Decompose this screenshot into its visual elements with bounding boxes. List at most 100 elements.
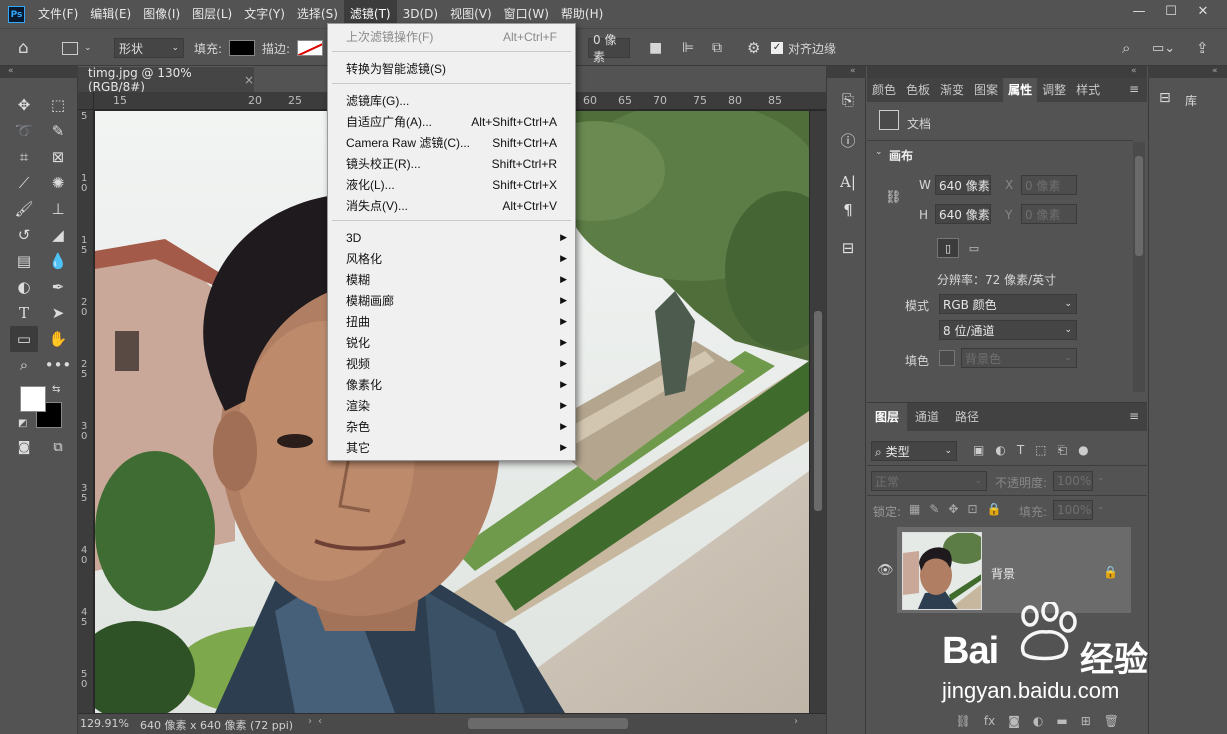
path-operations-icon[interactable]: ■ [649, 37, 662, 59]
lock-artboard-icon[interactable]: ⊡ [967, 502, 977, 516]
fill-swatch[interactable] [229, 37, 255, 59]
filter-menu-item[interactable]: 杂色 ▶ [328, 416, 575, 437]
shape-mode-select[interactable]: 形状 ⌄ [114, 37, 184, 59]
blend-mode-select[interactable]: 正常 ⌄ [871, 471, 987, 491]
more-tools-icon[interactable]: ••• [44, 352, 72, 378]
gradient-tool-icon[interactable]: ▤ [10, 248, 38, 274]
filter-menu-item[interactable]: 3D ▶ [328, 227, 575, 248]
filter-menu-item[interactable]: 液化(L)... Shift+Ctrl+X [328, 174, 575, 195]
swap-colors-icon[interactable]: ⇆ [52, 384, 60, 395]
x-field[interactable]: 0 像素 [1021, 175, 1077, 195]
marquee-tool-icon[interactable]: ⬚ [44, 92, 72, 118]
lock-transparency-icon[interactable]: ▦ [909, 502, 920, 516]
workspace-icon[interactable]: ▭⌄ [1152, 37, 1175, 59]
zoom-level[interactable]: 129.91% [80, 717, 129, 730]
layers-panel-menu-icon[interactable]: ≡ [1129, 409, 1139, 423]
move-tool-icon[interactable]: ✥ [10, 92, 38, 118]
tab-6[interactable]: 样式 [1071, 78, 1105, 102]
horizontal-scroll-thumb[interactable] [468, 718, 628, 729]
screen-mode-icon[interactable]: ⧉ [44, 434, 72, 460]
scroll-right-icon[interactable]: › [794, 716, 798, 727]
hand-tool-icon[interactable]: ✋ [44, 326, 72, 352]
status-menu-chevron-icon[interactable]: › [308, 716, 312, 727]
paragraph-panel-icon[interactable]: ¶ [835, 198, 861, 222]
home-icon[interactable]: ⌂ [18, 37, 29, 59]
layer-lock-icon[interactable]: 🔒 [1103, 565, 1118, 579]
close-tab-icon[interactable]: × [244, 73, 254, 87]
layer-style-fx-icon[interactable]: fx [984, 714, 995, 728]
type-layer-filter-icon[interactable]: T [1017, 443, 1024, 458]
tool-presets-panel-icon[interactable]: ⊟ [835, 236, 861, 260]
tab-2[interactable]: 渐变 [935, 78, 969, 102]
filter-menu-item[interactable]: Camera Raw 滤镜(C)... Shift+Ctrl+A [328, 132, 575, 153]
properties-scrollbar[interactable] [1133, 142, 1145, 392]
filter-menu-item[interactable]: 转换为智能滤镜(S) [328, 58, 575, 79]
filter-menu-item[interactable]: 消失点(V)... Alt+Ctrl+V [328, 195, 575, 216]
default-colors-icon[interactable]: ◩ [18, 418, 27, 429]
tab-0[interactable]: 图层 [867, 403, 908, 431]
stroke-width-field[interactable]: 0 像素 [588, 33, 630, 64]
tools-collapse-strip[interactable]: « [0, 66, 78, 78]
tab-1[interactable]: 通道 [907, 403, 947, 431]
clone-stamp-tool-icon[interactable]: ⊥ [44, 196, 72, 222]
zoom-tool-icon[interactable]: ⌕ [10, 352, 38, 378]
frame-tool-icon[interactable]: ⊠ [44, 144, 72, 170]
portrait-orientation-icon[interactable]: ▯ [937, 238, 959, 258]
filter-menu-item[interactable]: 像素化 ▶ [328, 374, 575, 395]
eraser-tool-icon[interactable]: ◢ [44, 222, 72, 248]
character-panel-icon[interactable]: A| [835, 170, 861, 194]
tab-4[interactable]: 属性 [1003, 78, 1038, 102]
gear-icon[interactable]: ⚙ [747, 37, 760, 59]
tab-0[interactable]: 颜色 [867, 78, 901, 102]
scroll-left-icon[interactable]: ‹ [318, 716, 322, 727]
height-field[interactable]: 640 像素 [935, 204, 991, 224]
shape-tool-preset-picker[interactable]: ⌄ [62, 37, 92, 59]
fill-opacity-field[interactable]: 100% [1053, 500, 1093, 520]
chevron-down-icon[interactable]: ⌄ [875, 147, 883, 157]
adjustment-layer-filter-icon[interactable]: ◐ [995, 443, 1005, 458]
brush-tool-icon[interactable]: 🖌 [10, 196, 38, 222]
search-icon[interactable]: ⌕ [1122, 37, 1130, 59]
layer-filter-select[interactable]: ⌕ 类型 ⌄ [871, 441, 957, 461]
filter-menu-item[interactable]: 其它 ▶ [328, 437, 575, 458]
bit-depth-select[interactable]: 8 位/通道 ⌄ [939, 320, 1077, 340]
link-dimensions-icon[interactable]: ⛓ [885, 190, 902, 205]
menu-0[interactable]: 文件(F) [32, 0, 84, 28]
stroke-swatch[interactable] [297, 37, 323, 59]
path-arrangement-icon[interactable]: ⧉ [712, 37, 722, 59]
filter-toggle-icon[interactable]: ● [1078, 443, 1088, 458]
history-brush-tool-icon[interactable]: ↺ [10, 222, 38, 248]
panels-collapse-strip[interactable]: « [867, 66, 1147, 78]
fill-color-swatch[interactable] [939, 350, 955, 366]
blur-tool-icon[interactable]: 💧 [44, 248, 72, 274]
new-group-icon[interactable]: ▬ [1056, 714, 1067, 728]
tab-2[interactable]: 路径 [947, 403, 987, 431]
vertical-scrollbar[interactable] [810, 111, 826, 713]
filter-menu-item[interactable]: 视频 ▶ [328, 353, 575, 374]
minimize-button[interactable]: — [1125, 0, 1153, 22]
lock-position-icon[interactable]: ✥ [948, 502, 958, 516]
color-mode-select[interactable]: RGB 颜色 ⌄ [939, 294, 1077, 314]
document-tab[interactable]: timg.jpg @ 130%(RGB/8#) × [78, 66, 254, 94]
adjustment-layer-icon[interactable]: ◐ [1033, 714, 1043, 728]
filter-menu-item[interactable]: 风格化 ▶ [328, 248, 575, 269]
history-panel-icon[interactable]: ⎘ [835, 88, 861, 112]
properties-scroll-thumb[interactable] [1135, 156, 1143, 256]
info-panel-icon[interactable]: ⓘ [835, 128, 861, 152]
library-collapse-strip[interactable]: « [1148, 66, 1227, 78]
delete-layer-icon[interactable]: 🗑 [1104, 714, 1119, 728]
filter-menu-item[interactable]: 渲染 ▶ [328, 395, 575, 416]
icons-collapse-strip[interactable]: « [826, 66, 866, 78]
library-label[interactable]: 库 [1185, 92, 1197, 109]
rectangle-tool-icon[interactable]: ▭ [10, 326, 38, 352]
smart-object-filter-icon[interactable]: ⎗ [1058, 443, 1068, 458]
link-layers-icon[interactable]: ⛓ [956, 714, 971, 728]
filter-menu-item[interactable]: 模糊 ▶ [328, 269, 575, 290]
tab-5[interactable]: 调整 [1037, 78, 1071, 102]
menu-1[interactable]: 编辑(E) [84, 0, 137, 28]
crop-tool-icon[interactable]: ⌗ [10, 144, 38, 170]
filter-menu-item[interactable]: 锐化 ▶ [328, 332, 575, 353]
width-field[interactable]: 640 像素 [935, 175, 991, 195]
fill-chevron-icon[interactable]: ⌄ [1097, 502, 1105, 512]
share-icon[interactable]: ⇪ [1196, 37, 1209, 59]
